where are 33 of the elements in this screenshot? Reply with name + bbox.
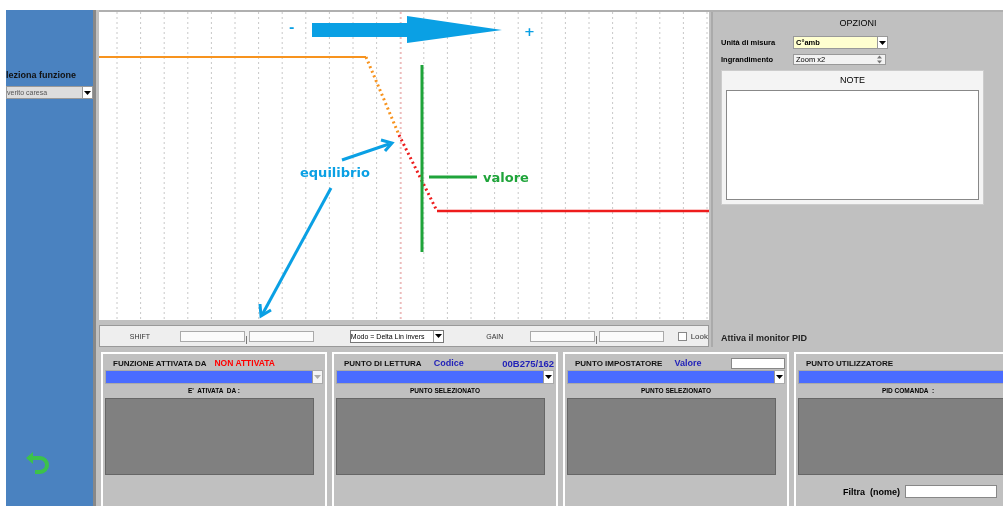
pointer-arrow <box>341 138 395 162</box>
panel-title: PUNTO DI LETTURA <box>344 358 422 368</box>
monitor-label: Attiva il monitor PID <box>721 333 808 343</box>
panel-title: PUNTO UTILIZZATORE <box>806 358 894 368</box>
sidebar-label: leziona funzione <box>6 70 77 80</box>
status-label: NON ATTIVATA <box>214 358 275 368</box>
look-checkbox[interactable]: Look <box>677 331 708 341</box>
point-dropdown[interactable] <box>105 370 323 384</box>
options-title: OPZIONI <box>838 18 878 28</box>
point-dropdown[interactable] <box>336 370 554 384</box>
dropdown-arrow-icon[interactable] <box>877 37 887 48</box>
slider-thumb[interactable] <box>595 335 600 344</box>
notes-title: NOTE <box>839 75 866 85</box>
notes-field[interactable] <box>726 90 979 200</box>
spin-arrows-icon <box>877 55 882 64</box>
slider-thumb[interactable] <box>245 335 250 344</box>
equilibrium-label: equilibrio <box>300 165 370 180</box>
panel-title: FUNZIONE ATTIVATA DA <box>113 358 207 368</box>
minus-label: - <box>289 20 295 35</box>
value-label: valore <box>483 170 529 185</box>
point-dropdown[interactable] <box>567 370 785 384</box>
filter-label: Filtra (nome) <box>843 486 900 497</box>
filter-field[interactable] <box>905 485 997 498</box>
value-label: Valore <box>674 358 702 368</box>
code-label: Codice <box>433 358 464 368</box>
plus-label: + <box>524 24 535 39</box>
panel-title: PUNTO IMPOSTATORE <box>575 358 663 368</box>
value-field[interactable] <box>731 357 785 369</box>
slider-track[interactable] <box>179 330 314 342</box>
slider-track[interactable] <box>529 330 664 342</box>
code-value: 00B275/162 <box>502 357 554 369</box>
leader-line <box>429 175 477 179</box>
dropdown-arrow-icon[interactable] <box>82 87 92 98</box>
